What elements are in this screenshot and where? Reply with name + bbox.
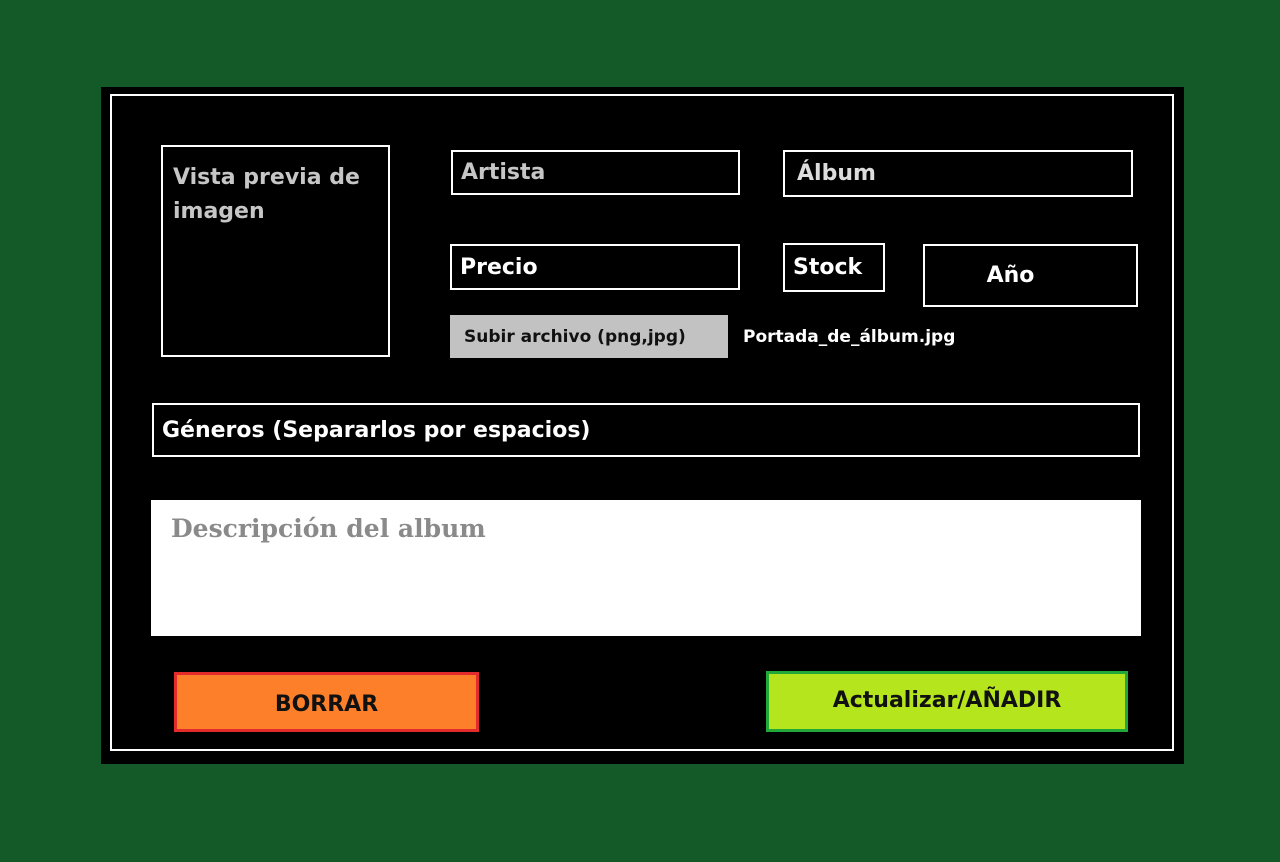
upload-file-label: Subir archivo (png,jpg) [464, 326, 686, 347]
image-preview-label: Vista previa de imagen [173, 165, 360, 224]
anio-placeholder: Año [986, 263, 1035, 288]
submit-button[interactable]: Actualizar/AÑADIR [766, 671, 1128, 732]
delete-button-label: BORRAR [274, 691, 379, 717]
generos-placeholder: Géneros (Separarlos por espacios) [162, 417, 591, 443]
generos-field[interactable]: Géneros (Separarlos por espacios) [152, 403, 1140, 457]
image-preview: Vista previa de imagen [161, 145, 390, 357]
artista-placeholder: Artista [461, 160, 546, 185]
precio-field[interactable]: Precio [450, 244, 740, 290]
precio-placeholder: Precio [460, 254, 538, 280]
descripcion-textarea[interactable] [151, 500, 1141, 636]
submit-button-label: Actualizar/AÑADIR [832, 688, 1062, 713]
selected-file-name: Portada_de_álbum.jpg [743, 327, 956, 347]
album-placeholder: Álbum [797, 161, 876, 186]
stock-field[interactable]: Stock [783, 243, 885, 292]
anio-field[interactable]: Año [923, 244, 1138, 307]
album-field[interactable]: Álbum [783, 150, 1133, 197]
artista-field[interactable]: Artista [451, 150, 740, 195]
upload-file-button[interactable]: Subir archivo (png,jpg) [450, 315, 728, 358]
delete-button[interactable]: BORRAR [174, 672, 479, 732]
stock-placeholder: Stock [793, 255, 863, 280]
